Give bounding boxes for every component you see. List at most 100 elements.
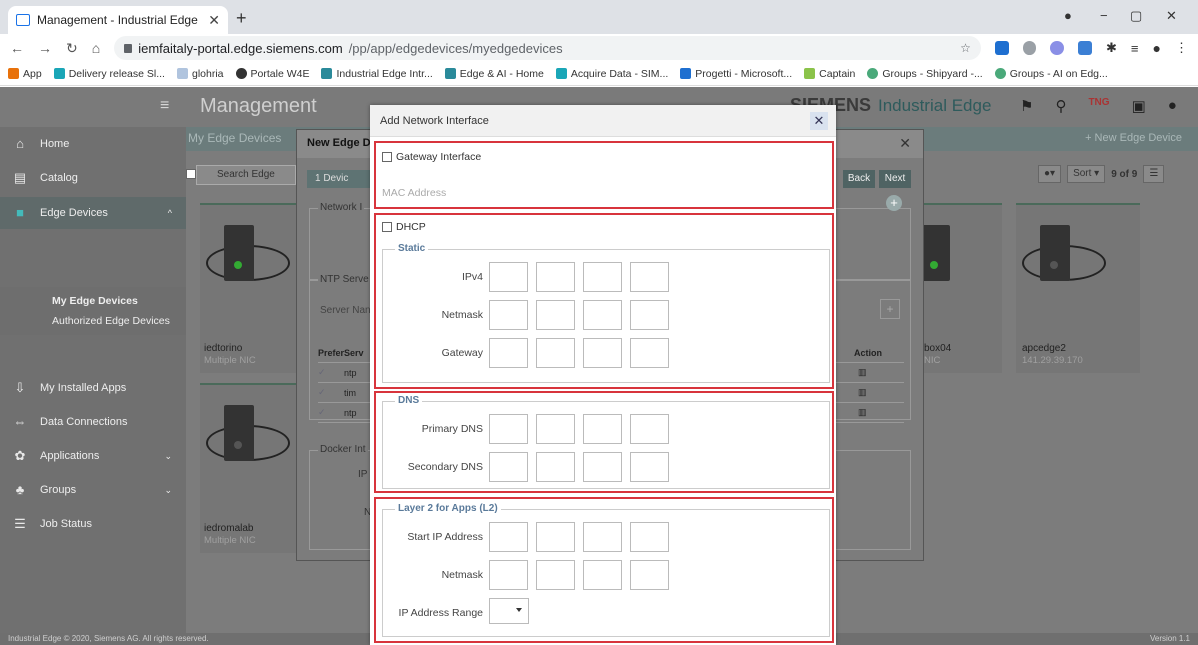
home-nav-icon[interactable]: ⌂: [92, 40, 100, 56]
notification-badge[interactable]: TNG: [1088, 97, 1109, 115]
new-edge-device-link[interactable]: + New Edge Device: [1085, 132, 1182, 144]
minimize-icon[interactable]: −: [1100, 8, 1108, 23]
gateway-octet-3[interactable]: [583, 338, 622, 368]
primary-dns-octet-1[interactable]: [489, 414, 528, 444]
bookmark-item[interactable]: Delivery release Sl...: [53, 68, 165, 80]
sidebar-item-my-edge-devices[interactable]: My Edge Devices: [0, 290, 186, 312]
sort-button[interactable]: Sort ▾: [1067, 165, 1106, 183]
extension-icon[interactable]: [1078, 41, 1093, 55]
extension-icon[interactable]: [1050, 41, 1065, 55]
checkbox[interactable]: [382, 152, 392, 162]
reading-list-icon[interactable]: ≡: [1131, 41, 1139, 56]
next-button[interactable]: Next: [879, 170, 911, 188]
tag-filter-button[interactable]: ●▾: [1038, 165, 1062, 183]
gateway-interface-checkbox[interactable]: Gateway Interface: [382, 151, 481, 163]
sidebar-item-catalog[interactable]: ▤ Catalog: [0, 163, 186, 193]
menu-dots-icon[interactable]: ⋮: [1175, 40, 1188, 56]
sidebar-item-job-status[interactable]: ☰ Job Status: [0, 509, 186, 539]
trash-icon[interactable]: ▥: [858, 387, 867, 398]
user-icon[interactable]: ●: [1168, 97, 1177, 115]
ipv4-octet-1[interactable]: [489, 262, 528, 292]
bookmark-item[interactable]: App: [8, 68, 42, 80]
extension-icon[interactable]: [1022, 41, 1037, 55]
sidebar-item-installed-apps[interactable]: ⇩ My Installed Apps: [0, 373, 186, 403]
close-icon[interactable]: ✕: [899, 135, 911, 152]
bookmark-item[interactable]: glohria: [176, 68, 224, 80]
gateway-octet-2[interactable]: [536, 338, 575, 368]
reload-icon[interactable]: ↻: [66, 40, 78, 57]
sidebar-item-data-connections[interactable]: ⇔ Data Connections: [0, 407, 186, 437]
flag-icon[interactable]: ⚑: [1020, 97, 1033, 115]
device-card[interactable]: iedtorino Multiple NIC: [200, 203, 296, 373]
secondary-dns-octet-1[interactable]: [489, 452, 528, 482]
sidebar-item-groups[interactable]: ♣ Groups ⌄: [0, 475, 186, 505]
trash-icon[interactable]: ▥: [858, 367, 867, 378]
bookmark-item[interactable]: Portale W4E: [235, 68, 309, 80]
url-field[interactable]: iemfaitaly-portal.edge.siemens.com/pp/ap…: [114, 36, 981, 60]
add-server-icon[interactable]: +: [880, 299, 900, 319]
back-icon[interactable]: ←: [10, 40, 24, 56]
ipv4-octet-2[interactable]: [536, 262, 575, 292]
add-icon[interactable]: +: [886, 195, 902, 211]
ipv4-octet-4[interactable]: [630, 262, 669, 292]
secondary-dns-octet-4[interactable]: [630, 452, 669, 482]
list-view-icon[interactable]: ☰: [1143, 165, 1165, 183]
close-tab-icon[interactable]: ✕: [208, 12, 220, 29]
location-icon[interactable]: ⚲: [1055, 97, 1066, 115]
start-ip-octet-4[interactable]: [630, 522, 669, 552]
chat-icon[interactable]: ▣: [1132, 97, 1146, 115]
start-ip-octet-3[interactable]: [583, 522, 622, 552]
primary-dns-octet-2[interactable]: [536, 414, 575, 444]
l2-netmask-octet-4[interactable]: [630, 560, 669, 590]
dhcp-checkbox[interactable]: DHCP: [382, 221, 426, 233]
extension-icon[interactable]: [994, 41, 1009, 55]
bookmark-item[interactable]: Captain: [804, 68, 855, 80]
netmask-octet-1[interactable]: [489, 300, 528, 330]
star-icon[interactable]: ☆: [960, 41, 971, 55]
bookmark-item[interactable]: Progetti - Microsoft...: [680, 68, 792, 80]
sidebar-item-applications[interactable]: ✿ Applications ⌄: [0, 441, 186, 471]
l2-netmask-octet-2[interactable]: [536, 560, 575, 590]
sidebar-item-authorized-edge-devices[interactable]: Authorized Edge Devices: [0, 310, 186, 332]
account-icon[interactable]: ●: [1153, 40, 1161, 56]
start-ip-octet-1[interactable]: [489, 522, 528, 552]
sidebar-item-home[interactable]: ⌂ Home: [0, 129, 186, 159]
l2-netmask-octet-1[interactable]: [489, 560, 528, 590]
netmask-octet-4[interactable]: [630, 300, 669, 330]
puzzle-icon[interactable]: ✱: [1106, 40, 1117, 56]
secondary-dns-octet-2[interactable]: [536, 452, 575, 482]
gateway-octet-4[interactable]: [630, 338, 669, 368]
maximize-icon[interactable]: ▢: [1130, 8, 1142, 24]
close-icon[interactable]: ✕: [810, 112, 828, 130]
l2-netmask-octet-3[interactable]: [583, 560, 622, 590]
trash-icon[interactable]: ▥: [858, 407, 867, 418]
netmask-octet-3[interactable]: [583, 300, 622, 330]
bookmark-item[interactable]: Groups - Shipyard -...: [867, 68, 983, 80]
device-card[interactable]: iedromalab Multiple NIC: [200, 383, 296, 553]
sidebar-item-edge-devices[interactable]: ■ Edge Devices ^: [0, 197, 186, 229]
bookmark-item[interactable]: Acquire Data - SIM...: [555, 68, 668, 80]
gateway-octet-1[interactable]: [489, 338, 528, 368]
breadcrumb-current[interactable]: My Edge Devices: [188, 131, 281, 145]
secondary-dns-octet-3[interactable]: [583, 452, 622, 482]
checkbox[interactable]: [382, 222, 392, 232]
back-button[interactable]: Back: [843, 170, 875, 188]
start-ip-octet-2[interactable]: [536, 522, 575, 552]
bookmark-item[interactable]: Edge & AI - Home: [444, 68, 544, 80]
primary-dns-octet-4[interactable]: [630, 414, 669, 444]
bookmark-item[interactable]: Groups - AI on Edg...: [994, 68, 1108, 80]
select-all-checkbox[interactable]: [186, 169, 196, 179]
hamburger-icon[interactable]: ≡: [160, 97, 169, 115]
bookmark-item[interactable]: Industrial Edge Intr...: [321, 68, 433, 80]
netmask-octet-2[interactable]: [536, 300, 575, 330]
browser-tab[interactable]: Management - Industrial Edge ✕: [8, 6, 228, 34]
device-card[interactable]: apcedge2 141.29.39.170: [1016, 203, 1140, 373]
profile-dot-icon[interactable]: ●: [1064, 8, 1072, 23]
ipv4-octet-3[interactable]: [583, 262, 622, 292]
close-window-icon[interactable]: ✕: [1166, 8, 1177, 24]
search-input[interactable]: Search Edge: [196, 165, 296, 185]
primary-dns-octet-3[interactable]: [583, 414, 622, 444]
ip-range-select[interactable]: [489, 598, 529, 624]
device-card[interactable]: box04 NIC: [920, 203, 1002, 373]
mac-address-input[interactable]: MAC Address: [382, 187, 446, 199]
